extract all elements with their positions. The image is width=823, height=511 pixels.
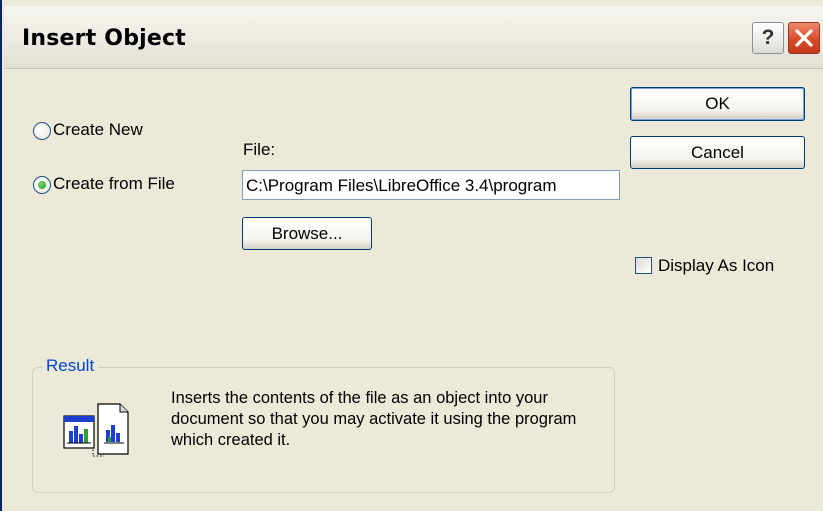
file-path-field[interactable]: C:\Program Files\LibreOffice 3.4\program	[242, 170, 620, 200]
display-as-icon-checkbox[interactable]	[635, 257, 652, 274]
ok-button[interactable]: OK	[630, 87, 805, 121]
help-button[interactable]: ?	[752, 22, 784, 54]
result-legend: Result	[42, 356, 99, 376]
create-new-label[interactable]: Create New	[53, 120, 143, 140]
close-icon	[795, 29, 813, 47]
insert-file-object-icon	[63, 403, 129, 457]
cancel-button[interactable]: Cancel	[630, 136, 805, 169]
dialog-title: Insert Object	[22, 26, 186, 51]
result-description: Inserts the contents of the file as an o…	[171, 389, 577, 449]
display-as-icon-label[interactable]: Display As Icon	[658, 256, 774, 276]
create-from-file-label[interactable]: Create from File	[53, 174, 175, 194]
radio-selected-dot	[38, 181, 46, 189]
browse-button[interactable]: Browse...	[242, 217, 372, 250]
create-new-radio[interactable]	[33, 122, 51, 140]
file-label: File:	[243, 140, 276, 159]
create-from-file-radio[interactable]	[33, 176, 51, 194]
close-button[interactable]	[788, 22, 820, 54]
